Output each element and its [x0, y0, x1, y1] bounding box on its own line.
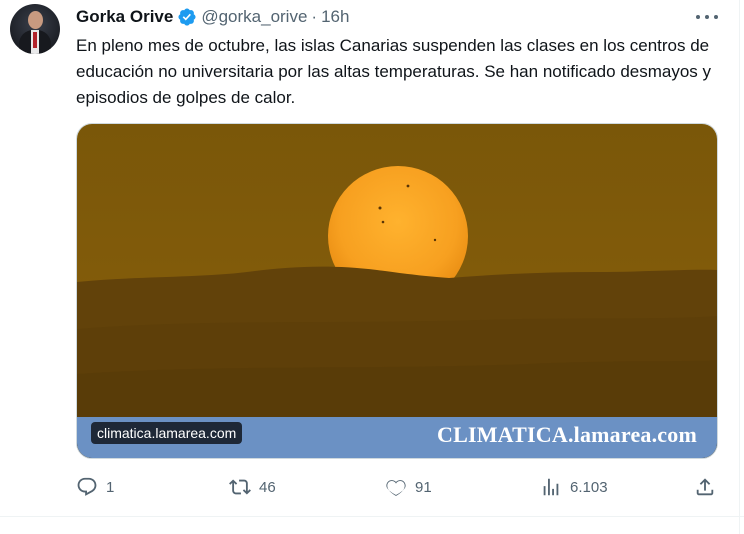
reply-button[interactable]: 1 [76, 474, 114, 500]
reply-count: 1 [106, 478, 115, 496]
media-image[interactable]: climatica.lamarea.com CLIMATICA.lamarea.… [76, 123, 718, 459]
retweet-icon [229, 479, 251, 495]
views-icon [543, 478, 559, 496]
tweet[interactable]: Gorka Orive @gorka_orive · 16h En pleno … [0, 0, 744, 534]
like-count: 91 [415, 478, 432, 496]
like-button[interactable]: 91 [385, 474, 432, 500]
reply-icon [77, 477, 97, 496]
action-bar: 1 46 91 6.103 [76, 474, 718, 500]
avatar[interactable] [10, 4, 60, 54]
views-count: 6.103 [570, 478, 608, 496]
column-divider [739, 0, 740, 534]
image-brand-text: CLIMATICA.lamarea.com [436, 422, 697, 447]
verified-badge-icon [178, 8, 196, 26]
timestamp[interactable]: 16h [321, 7, 349, 27]
tweet-header: Gorka Orive @gorka_orive · 16h [76, 6, 349, 28]
more-icon[interactable] [696, 8, 718, 26]
like-icon [386, 480, 406, 496]
author-name[interactable]: Gorka Orive [76, 7, 173, 27]
tweet-divider [0, 516, 744, 517]
views-button[interactable]: 6.103 [540, 474, 608, 500]
domain-chip[interactable]: climatica.lamarea.com [91, 422, 243, 444]
share-button[interactable] [694, 474, 716, 500]
tweet-text: En pleno mes de octubre, las islas Canar… [76, 36, 712, 107]
retweet-count: 46 [259, 478, 276, 496]
author-handle[interactable]: @gorka_orive [201, 7, 307, 27]
retweet-button[interactable]: 46 [229, 474, 276, 500]
sunset-photo [77, 124, 717, 458]
separator-dot: · [311, 7, 318, 26]
share-icon [696, 478, 714, 496]
